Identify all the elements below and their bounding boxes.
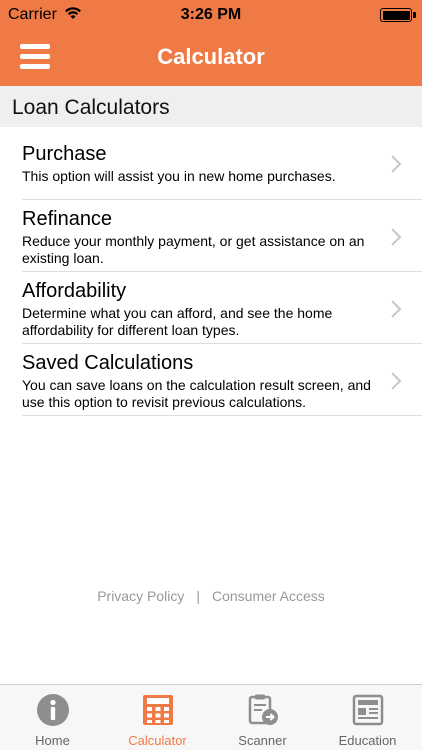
list-item-purchase[interactable]: Purchase This option will assist you in …	[22, 127, 422, 200]
footer-links: Privacy Policy | Consumer Access	[0, 588, 422, 604]
tab-label: Scanner	[238, 733, 287, 748]
chevron-right-icon	[391, 372, 402, 390]
list-item-affordability[interactable]: Affordability Determine what you can aff…	[22, 272, 422, 344]
battery-tip	[413, 12, 416, 18]
tab-home[interactable]: Home	[0, 685, 105, 750]
battery-level	[382, 10, 410, 20]
tab-calculator[interactable]: Calculator	[105, 685, 210, 750]
tab-label: Education	[338, 733, 397, 748]
chevron-right-icon	[391, 155, 402, 173]
list-item-description: You can save loans on the calculation re…	[22, 377, 371, 410]
list-item-saved-calculations[interactable]: Saved Calculations You can save loans on…	[22, 344, 422, 416]
list-item-description: Determine what you can afford, and see t…	[22, 305, 333, 338]
list-item-refinance[interactable]: Refinance Reduce your monthly payment, o…	[22, 200, 422, 272]
chevron-right-icon	[391, 300, 402, 318]
calculator-list: Purchase This option will assist you in …	[0, 127, 422, 416]
section-title: Loan Calculators	[12, 96, 170, 119]
tab-bar: Home Calculator Scanner Education	[0, 684, 422, 750]
consumer-access-link[interactable]: Consumer Access	[212, 588, 325, 604]
page-title: Calculator	[157, 44, 265, 69]
battery-icon	[380, 8, 412, 22]
list-item-title: Saved Calculations	[22, 352, 194, 374]
tab-label: Calculator	[128, 733, 187, 748]
newspaper-icon	[352, 694, 384, 726]
list-item-title: Purchase	[22, 143, 107, 165]
tab-scanner[interactable]: Scanner	[210, 685, 315, 750]
list-item-description: This option will assist you in new home …	[22, 168, 336, 184]
navigation-bar: Calculator	[0, 30, 422, 86]
status-time: 3:26 PM	[180, 6, 242, 23]
list-item-title: Refinance	[22, 208, 113, 230]
list-item-description: Reduce your monthly payment, or get assi…	[22, 233, 365, 266]
tab-label: Home	[35, 733, 70, 748]
calculator-icon	[143, 695, 173, 725]
privacy-policy-link[interactable]: Privacy Policy	[97, 588, 184, 604]
document-scanner-icon	[248, 694, 278, 725]
section-header: Loan Calculators	[0, 86, 422, 127]
list-item-title: Affordability	[22, 280, 127, 302]
chevron-right-icon	[391, 228, 402, 246]
info-icon	[37, 694, 69, 726]
status-bar: Carrier 3:26 PM	[0, 0, 422, 30]
footer-separator: |	[196, 588, 200, 604]
tab-education[interactable]: Education	[315, 685, 420, 750]
